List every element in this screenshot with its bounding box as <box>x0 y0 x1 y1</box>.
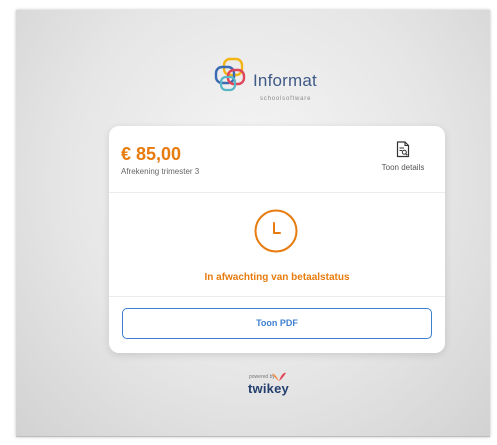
show-details-label: Toon details <box>381 163 425 172</box>
invoice-description: Afrekening trimester 3 <box>121 167 200 176</box>
invoice-amount: € 85,00 <box>121 144 182 164</box>
informat-logo-icon <box>214 57 246 92</box>
card-divider-bottom <box>109 296 445 297</box>
card-divider-top <box>109 192 445 193</box>
brand-tagline: schoolsoftware <box>260 96 312 102</box>
show-details-button[interactable]: Toon details <box>373 141 433 181</box>
show-pdf-button[interactable]: Toon PDF <box>122 308 432 339</box>
twikey-logo-text: twikey <box>248 381 289 396</box>
brand-name: Informat <box>253 71 317 90</box>
twikey-butterfly-icon <box>272 372 286 381</box>
informat-logo: Informat schoolsoftware <box>214 56 344 112</box>
document-search-icon <box>396 141 410 158</box>
clock-icon <box>254 209 298 253</box>
powered-by-label: powered by <box>249 374 275 380</box>
payment-card: € 85,00 Afrekening trimester 3 Toon deta… <box>109 126 445 353</box>
payment-page: Informat schoolsoftware € 85,00 Afrekeni… <box>16 10 490 437</box>
payment-status: In afwachting van betaalstatus <box>204 272 350 283</box>
